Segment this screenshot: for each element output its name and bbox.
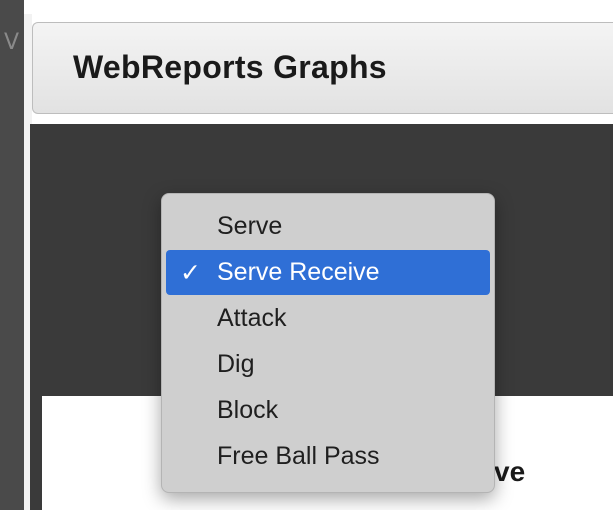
menu-item-label: Block	[217, 396, 279, 424]
menu-item-label: Free Ball Pass	[217, 442, 380, 470]
checkmark-icon: ✓	[180, 258, 201, 287]
title-bar: WebReports Graphs	[32, 22, 613, 114]
menu-item-label: Serve	[217, 212, 283, 240]
background-window-text-fragment: V	[4, 30, 20, 55]
menu-item-block[interactable]: Block	[166, 388, 490, 433]
window-title: WebReports Graphs	[73, 49, 387, 85]
menu-item-serve[interactable]: Serve	[166, 204, 490, 249]
menu-item-label: Attack	[217, 304, 287, 332]
menu-item-serve-receive[interactable]: ✓ Serve Receive	[166, 250, 490, 295]
menu-item-label: Serve Receive	[217, 258, 380, 286]
menu-item-label: Dig	[217, 350, 255, 378]
skill-select-dropdown[interactable]: Serve ✓ Serve Receive Attack Dig Block F…	[161, 193, 495, 493]
menu-item-attack[interactable]: Attack	[166, 296, 490, 341]
background-window-edge: V	[0, 0, 24, 510]
menu-item-dig[interactable]: Dig	[166, 342, 490, 387]
panel-heading-fragment: ve	[494, 456, 526, 487]
menu-item-free-ball-pass[interactable]: Free Ball Pass	[166, 434, 490, 479]
